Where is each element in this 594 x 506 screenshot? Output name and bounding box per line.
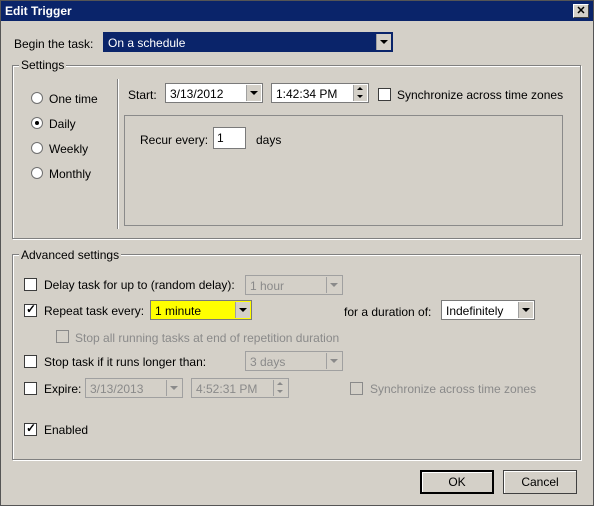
recur-unit: days <box>256 133 282 147</box>
radio-one-time[interactable] <box>31 92 43 104</box>
close-button[interactable]: ✕ <box>573 4 589 18</box>
start-date-picker[interactable]: 3/13/2012 <box>165 83 263 103</box>
expire-label[interactable]: Expire: <box>44 382 81 396</box>
delay-checkbox[interactable] <box>24 278 37 291</box>
time-spinner-icon[interactable] <box>273 380 287 396</box>
window-title: Edit Trigger <box>5 4 72 18</box>
ok-button[interactable]: OK <box>420 470 494 494</box>
chevron-down-icon[interactable] <box>326 277 341 293</box>
chevron-down-icon[interactable] <box>518 302 533 318</box>
recur-value: 1 <box>217 131 224 145</box>
edit-trigger-dialog: Edit Trigger ✕ Begin the task: On a sche… <box>0 0 594 506</box>
enabled-label[interactable]: Enabled <box>44 423 88 437</box>
close-icon: ✕ <box>576 5 586 17</box>
repeat-interval-value: 1 minute <box>155 304 202 318</box>
delay-value: 1 hour <box>250 279 285 293</box>
radio-monthly-label[interactable]: Monthly <box>49 167 91 181</box>
stop-longer-label[interactable]: Stop task if it runs longer than: <box>44 355 206 369</box>
enabled-checkbox[interactable]: ✓ <box>24 421 37 436</box>
time-spinner-icon[interactable] <box>353 85 367 101</box>
begin-task-value: On a schedule <box>108 36 186 50</box>
duration-label: for a duration of: <box>344 305 432 319</box>
sync-timezones-checkbox[interactable] <box>378 88 391 101</box>
expire-date-picker[interactable]: 3/13/2013 <box>85 378 183 398</box>
chevron-down-icon[interactable] <box>235 302 250 318</box>
stop-longer-checkbox[interactable] <box>24 355 37 368</box>
radio-one-time-label[interactable]: One time <box>49 92 98 106</box>
settings-legend: Settings <box>19 58 67 72</box>
settings-divider <box>117 79 119 229</box>
repeat-label[interactable]: Repeat task every: <box>44 304 144 318</box>
stop-running-checkbox[interactable] <box>56 330 69 343</box>
radio-daily[interactable] <box>31 117 43 129</box>
recur-input[interactable]: 1 <box>213 127 246 149</box>
title-bar[interactable]: Edit Trigger ✕ <box>1 1 593 21</box>
radio-weekly-label[interactable]: Weekly <box>49 142 88 156</box>
duration-value: Indefinitely <box>446 304 504 318</box>
radio-monthly[interactable] <box>31 167 43 179</box>
repeat-interval-dropdown[interactable]: 1 minute <box>150 300 252 320</box>
chevron-down-icon[interactable] <box>376 34 391 50</box>
repeat-checkbox[interactable]: ✓ <box>24 302 37 317</box>
expire-sync-checkbox[interactable] <box>350 382 363 395</box>
expire-checkbox[interactable] <box>24 382 37 395</box>
delay-label[interactable]: Delay task for up to (random delay): <box>44 278 235 292</box>
advanced-legend: Advanced settings <box>19 248 122 262</box>
start-time-picker[interactable]: 1:42:34 PM <box>271 83 369 103</box>
begin-task-label: Begin the task: <box>14 37 94 51</box>
stop-longer-dropdown[interactable]: 3 days <box>245 351 343 371</box>
recur-panel <box>124 115 563 226</box>
begin-task-dropdown[interactable]: On a schedule <box>103 32 393 52</box>
expire-sync-label[interactable]: Synchronize across time zones <box>370 382 536 396</box>
stop-running-label[interactable]: Stop all running tasks at end of repetit… <box>75 331 339 345</box>
expire-time-value: 4:52:31 PM <box>196 382 258 396</box>
stop-longer-value: 3 days <box>250 355 286 369</box>
checkmark-icon: ✓ <box>26 302 37 316</box>
chevron-down-icon[interactable] <box>326 353 341 369</box>
calendar-dropdown-icon[interactable] <box>246 85 261 101</box>
expire-date-value: 3/13/2013 <box>90 382 144 396</box>
delay-dropdown[interactable]: 1 hour <box>245 275 343 295</box>
radio-weekly[interactable] <box>31 142 43 154</box>
start-date-value: 3/13/2012 <box>170 87 224 101</box>
sync-timezones-label[interactable]: Synchronize across time zones <box>397 88 563 102</box>
duration-dropdown[interactable]: Indefinitely <box>441 300 535 320</box>
checkmark-icon: ✓ <box>26 421 37 435</box>
calendar-dropdown-icon[interactable] <box>166 380 181 396</box>
radio-daily-label[interactable]: Daily <box>49 117 76 131</box>
expire-time-picker[interactable]: 4:52:31 PM <box>191 378 289 398</box>
recur-label: Recur every: <box>140 133 209 147</box>
start-time-value: 1:42:34 PM <box>276 87 338 101</box>
cancel-button[interactable]: Cancel <box>503 470 577 494</box>
start-label: Start: <box>128 88 157 102</box>
